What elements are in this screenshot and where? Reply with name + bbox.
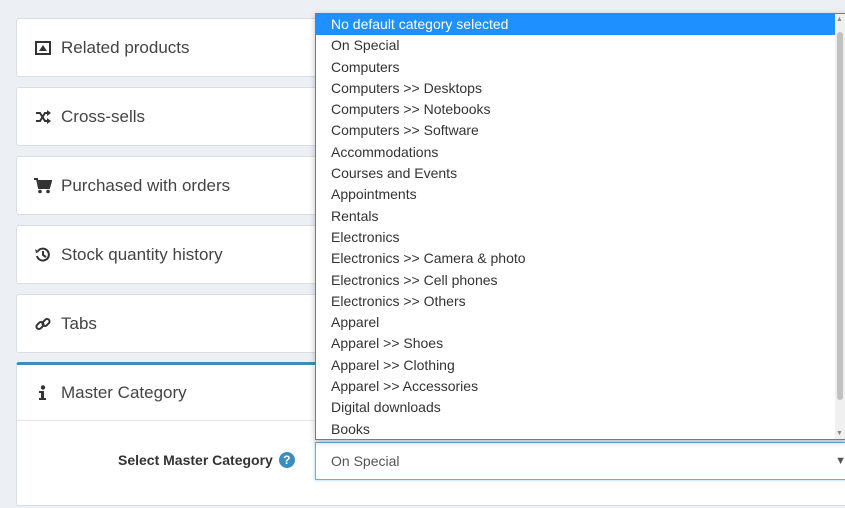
stock-quantity-history-title: Stock quantity history: [61, 244, 223, 264]
scrollbar-thumb[interactable]: [837, 32, 843, 400]
dropdown-option[interactable]: Courses and Events: [316, 163, 845, 184]
dropdown-option[interactable]: On Special: [316, 35, 845, 56]
dropdown-option[interactable]: Computers >> Software: [316, 120, 845, 141]
dropdown-option[interactable]: Computers: [316, 57, 845, 78]
dropdown-option[interactable]: No default category selected: [316, 14, 845, 36]
master-category-title: Master Category: [61, 382, 187, 402]
dropdown-option[interactable]: Apparel: [316, 312, 845, 333]
related-products-icon: [34, 39, 52, 57]
dropdown-option[interactable]: Electronics >> Others: [316, 291, 845, 312]
master-category-dropdown[interactable]: No default category selected On Special Co…: [315, 13, 845, 440]
tabs-title: Tabs: [61, 313, 97, 333]
scroll-up-arrow-icon[interactable]: ▲: [836, 16, 843, 23]
dropdown-option[interactable]: Accommodations: [316, 142, 845, 163]
shuffle-icon: [34, 108, 52, 126]
scroll-down-arrow-icon[interactable]: ▼: [836, 430, 843, 437]
chevron-down-icon: ▼: [835, 455, 845, 467]
dropdown-option[interactable]: Apparel >> Shoes: [316, 333, 845, 354]
dropdown-option[interactable]: Computers >> Desktops: [316, 78, 845, 99]
dropdown-option[interactable]: Apparel >> Accessories: [316, 376, 845, 397]
cart-icon: [34, 177, 52, 195]
dropdown-option[interactable]: Electronics: [316, 227, 845, 248]
dropdown-option[interactable]: Electronics >> Cell phones: [316, 270, 845, 291]
purchased-with-orders-title: Purchased with orders: [61, 175, 231, 195]
select-master-category-label-text: Select Master Category: [118, 452, 273, 468]
master-category-selected-value: On Special: [331, 453, 400, 469]
dropdown-option[interactable]: Digital downloads: [316, 397, 845, 418]
link-icon: [34, 315, 52, 333]
related-products-title: Related products: [61, 37, 190, 57]
dropdown-option[interactable]: Rentals: [316, 206, 845, 227]
help-icon[interactable]: ?: [278, 452, 295, 468]
cross-sells-title: Cross-sells: [61, 106, 146, 126]
dropdown-option-list: No default category selected On Special Co…: [316, 14, 845, 439]
dropdown-option[interactable]: Apparel >> Clothing: [316, 355, 845, 376]
master-category-select[interactable]: On Special ▼: [315, 442, 845, 480]
dropdown-option[interactable]: Electronics >> Camera & photo: [316, 248, 845, 269]
history-icon: [34, 246, 52, 264]
dropdown-option[interactable]: Appointments: [316, 184, 845, 205]
select-master-category-label: Select Master Category ?: [118, 452, 295, 468]
dropdown-option[interactable]: Books: [316, 419, 845, 439]
dropdown-scrollbar[interactable]: ▲ ▼: [835, 14, 845, 439]
info-icon: [34, 384, 52, 402]
dropdown-option[interactable]: Computers >> Notebooks: [316, 99, 845, 120]
